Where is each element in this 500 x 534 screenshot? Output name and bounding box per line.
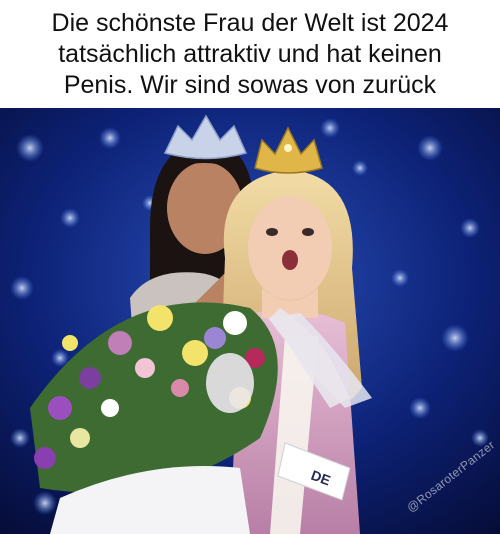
meme-caption: Die schönste Frau der Welt ist 2024 tats…: [0, 0, 500, 108]
pageant-photo: DE @RosaroterPanzer: [0, 108, 500, 534]
caption-line-3: Penis. Wir sind sowas von zurück: [63, 70, 437, 99]
crowning-scene: DE: [0, 108, 500, 534]
caption-line-2: tatsächlich attraktiv und hat keinen: [58, 39, 442, 68]
caption-line-1: Die schönste Frau der Welt ist 2024: [51, 8, 449, 37]
meme-image: Die schönste Frau der Welt ist 2024 tats…: [0, 0, 500, 534]
